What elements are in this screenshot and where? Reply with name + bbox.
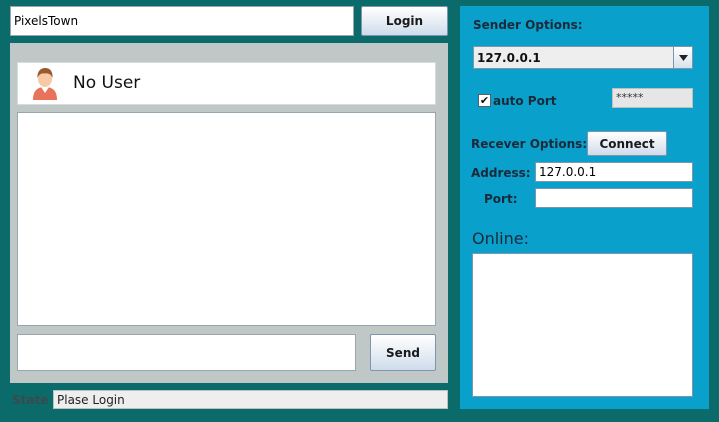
auto-port-checkbox[interactable]: ✔ bbox=[478, 94, 491, 107]
port-label: Port: bbox=[484, 192, 518, 206]
check-icon: ✔ bbox=[479, 94, 490, 107]
address-input[interactable] bbox=[535, 162, 693, 182]
connect-button[interactable]: Connect bbox=[587, 131, 667, 156]
login-button[interactable]: Login bbox=[361, 6, 448, 36]
sender-ip-value: 127.0.0.1 bbox=[477, 50, 541, 65]
auto-port-label: auto Port bbox=[493, 94, 557, 108]
current-user-name: No User bbox=[73, 73, 141, 93]
chevron-down-icon[interactable] bbox=[673, 47, 692, 68]
state-field: Plase Login bbox=[53, 390, 448, 409]
port-input[interactable] bbox=[535, 188, 693, 208]
receiver-options-title: Recever Options: bbox=[471, 137, 588, 151]
online-users-list[interactable] bbox=[472, 253, 693, 397]
user-avatar-icon bbox=[33, 68, 57, 100]
sender-options-title: Sender Options: bbox=[473, 18, 583, 32]
username-input[interactable] bbox=[10, 6, 354, 36]
sender-ip-dropdown[interactable]: 127.0.0.1 bbox=[473, 46, 693, 69]
online-label: Online: bbox=[472, 229, 529, 248]
sender-port-field[interactable]: ***** bbox=[612, 88, 693, 108]
send-button[interactable]: Send bbox=[370, 334, 436, 371]
state-label: State bbox=[12, 393, 49, 407]
message-input[interactable] bbox=[17, 334, 356, 371]
chat-history[interactable] bbox=[17, 112, 436, 326]
address-label: Address: bbox=[471, 166, 531, 180]
